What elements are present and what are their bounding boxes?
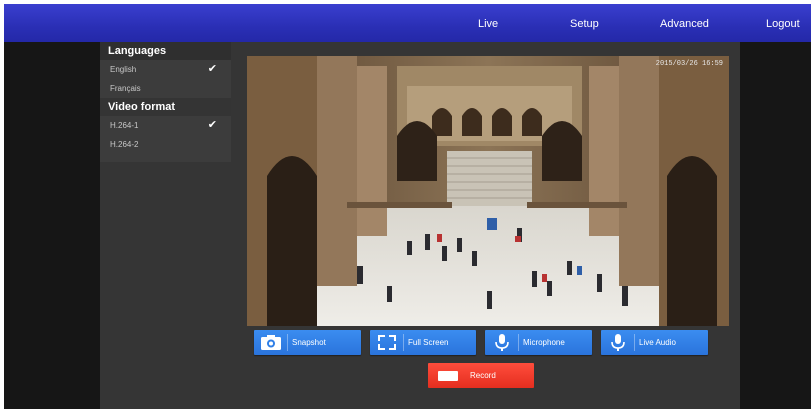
nav-live[interactable]: Live	[478, 4, 498, 42]
checkmark-icon: ✔	[207, 119, 217, 131]
live-audio-button[interactable]: Live Audio	[601, 330, 708, 355]
live-video-view[interactable]: 2015/03/26 16:59	[247, 56, 729, 326]
fullscreen-icon	[378, 335, 396, 350]
button-divider	[403, 334, 404, 351]
nav-logout[interactable]: Logout	[766, 4, 800, 42]
video-format-option-label: H.264-1	[110, 121, 139, 130]
button-divider	[634, 334, 635, 351]
snapshot-label: Snapshot	[292, 338, 326, 347]
record-icon	[438, 371, 458, 381]
button-divider	[518, 334, 519, 351]
nav-advanced[interactable]: Advanced	[660, 4, 709, 42]
language-option-francais[interactable]: Français	[100, 79, 231, 98]
language-option-label: English	[110, 65, 137, 74]
language-option-english[interactable]: English ✔	[100, 60, 231, 79]
video-format-option-h264-1[interactable]: H.264-1 ✔	[100, 116, 231, 135]
app-frame: Live Setup Advanced Logout Languages Eng…	[4, 4, 811, 409]
settings-sidebar: Languages English ✔ Français Video forma…	[100, 42, 231, 162]
left-panel	[4, 42, 100, 409]
record-button[interactable]: Record	[428, 363, 534, 388]
snapshot-button[interactable]: Snapshot	[254, 330, 361, 355]
video-format-option-h264-2[interactable]: H.264-2	[100, 135, 231, 154]
camera-feed-image	[247, 56, 729, 326]
checkmark-icon: ✔	[207, 63, 217, 75]
microphone-icon	[611, 334, 625, 351]
microphone-label: Microphone	[523, 338, 565, 347]
language-option-label: Français	[110, 84, 141, 93]
microphone-icon	[495, 334, 509, 351]
full-screen-button[interactable]: Full Screen	[370, 330, 476, 355]
microphone-button[interactable]: Microphone	[485, 330, 592, 355]
button-divider	[287, 334, 288, 351]
languages-header: Languages	[100, 42, 231, 60]
video-timestamp: 2015/03/26 16:59	[655, 60, 723, 68]
full-screen-label: Full Screen	[408, 338, 449, 347]
live-audio-label: Live Audio	[639, 338, 676, 347]
video-format-header: Video format	[100, 98, 231, 116]
right-panel	[740, 42, 811, 409]
nav-setup[interactable]: Setup	[570, 4, 599, 42]
record-label: Record	[470, 371, 496, 380]
video-format-option-label: H.264-2	[110, 140, 139, 149]
camera-icon	[261, 335, 281, 350]
top-nav-bar: Live Setup Advanced Logout	[4, 4, 811, 43]
